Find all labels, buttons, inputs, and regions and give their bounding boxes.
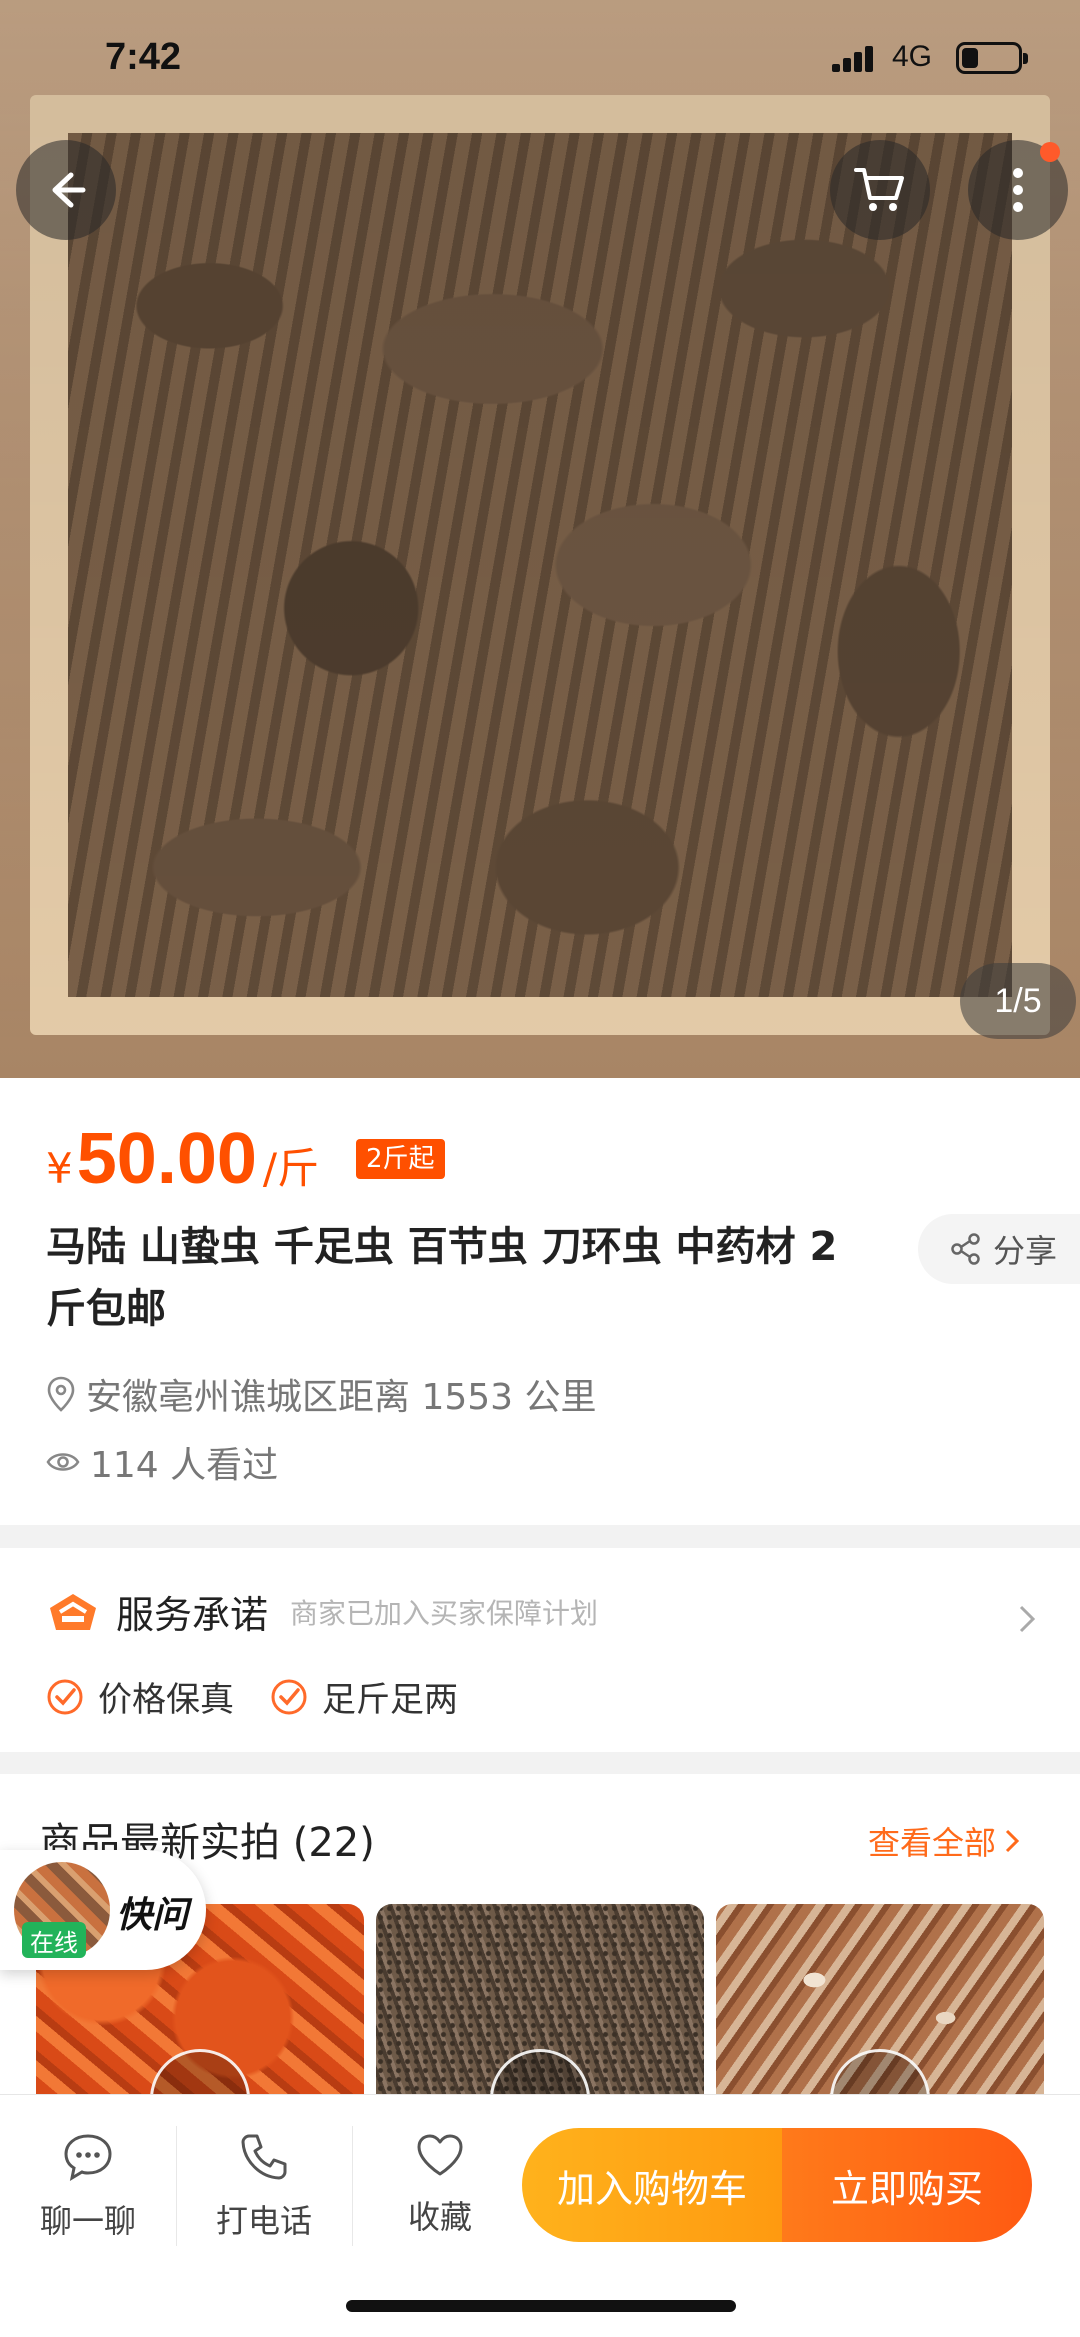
play-icon	[830, 2049, 930, 2094]
service-item-label: 足斤足两	[322, 1680, 458, 1720]
cart-button[interactable]	[830, 140, 930, 240]
buy-now-button[interactable]: 立即购买	[782, 2128, 1032, 2242]
service-item-price: 价格保真	[46, 1672, 234, 1721]
call-button[interactable]: 打电话	[176, 2132, 352, 2242]
gallery-page-indicator: 1/5	[960, 963, 1076, 1039]
share-label: 分享	[992, 1232, 1057, 1270]
online-badge: 在线	[22, 1922, 86, 1958]
home-indicator[interactable]	[346, 2300, 736, 2312]
notification-dot	[1040, 142, 1060, 162]
share-button[interactable]: 分享	[918, 1214, 1080, 1284]
service-title: 服务承诺	[116, 1593, 269, 1637]
shield-badge-icon	[50, 1593, 96, 1630]
price-currency: ¥	[46, 1144, 73, 1193]
price-value: 50.00	[76, 1119, 257, 1199]
check-circle-icon	[271, 1679, 307, 1714]
signal-icon	[832, 44, 876, 72]
add-to-cart-button[interactable]: 加入购物车	[522, 2128, 782, 2242]
network-label: 4G	[892, 40, 933, 73]
check-circle-icon	[47, 1679, 83, 1714]
eye-icon	[46, 1453, 80, 1471]
phone-icon	[241, 2134, 287, 2180]
price-unit: /斤	[262, 1144, 320, 1193]
cart-icon	[854, 168, 904, 211]
location-row: 安徽亳州谯城区距离 1553 公里	[46, 1368, 597, 1420]
service-header: 服务承诺 商家已加入买家保障计划	[46, 1584, 598, 1639]
status-bar: 7:42 4G	[0, 0, 1080, 110]
battery-icon	[956, 42, 1028, 74]
price: ¥ 50.00 /斤	[46, 1118, 319, 1200]
photo-thumbnail[interactable]	[376, 1904, 704, 2094]
chat-bubble-icon	[64, 2134, 112, 2182]
views-row: 114 人看过	[46, 1436, 278, 1488]
share-icon	[951, 1233, 980, 1265]
service-items: 价格保真 足斤足两	[46, 1672, 458, 1721]
back-button[interactable]	[16, 140, 116, 240]
chat-button[interactable]: 聊一聊	[0, 2132, 176, 2242]
chevron-right-icon	[1019, 1605, 1036, 1633]
chat-label: 聊一聊	[39, 2202, 136, 2240]
heart-icon	[417, 2134, 463, 2176]
service-promise-card[interactable]	[0, 1548, 1080, 1752]
favorite-label: 收藏	[407, 2198, 472, 2236]
views-text: 114 人看过	[90, 1445, 279, 1486]
service-item-label: 价格保真	[98, 1680, 234, 1720]
service-subtitle: 商家已加入买家保障计划	[290, 1596, 599, 1630]
product-title: 马陆 山蛰虫 千足虫 百节虫 刀环虫 中药材 2 斤包邮	[46, 1224, 838, 1332]
view-all-label: 查看全部	[868, 1824, 997, 1862]
arrow-left-icon	[52, 172, 86, 208]
more-vertical-icon	[1013, 168, 1023, 212]
play-icon	[490, 2049, 590, 2094]
play-icon	[150, 2049, 250, 2094]
chevron-right-icon	[1005, 1829, 1020, 1853]
location-pin-icon	[47, 1376, 75, 1412]
min-order-badge: 2斤起	[356, 1139, 445, 1179]
view-all-link[interactable]: 查看全部	[868, 1818, 1020, 1864]
location-text: 安徽亳州谯城区距离 1553 公里	[86, 1377, 597, 1418]
favorite-button[interactable]: 收藏	[352, 2132, 528, 2238]
call-label: 打电话	[215, 2202, 312, 2240]
status-time: 7:42	[105, 36, 182, 78]
service-item-weight: 足斤足两	[270, 1672, 458, 1721]
quick-ask-label: 快问	[116, 1895, 189, 1936]
photo-thumbnail[interactable]	[716, 1904, 1044, 2094]
